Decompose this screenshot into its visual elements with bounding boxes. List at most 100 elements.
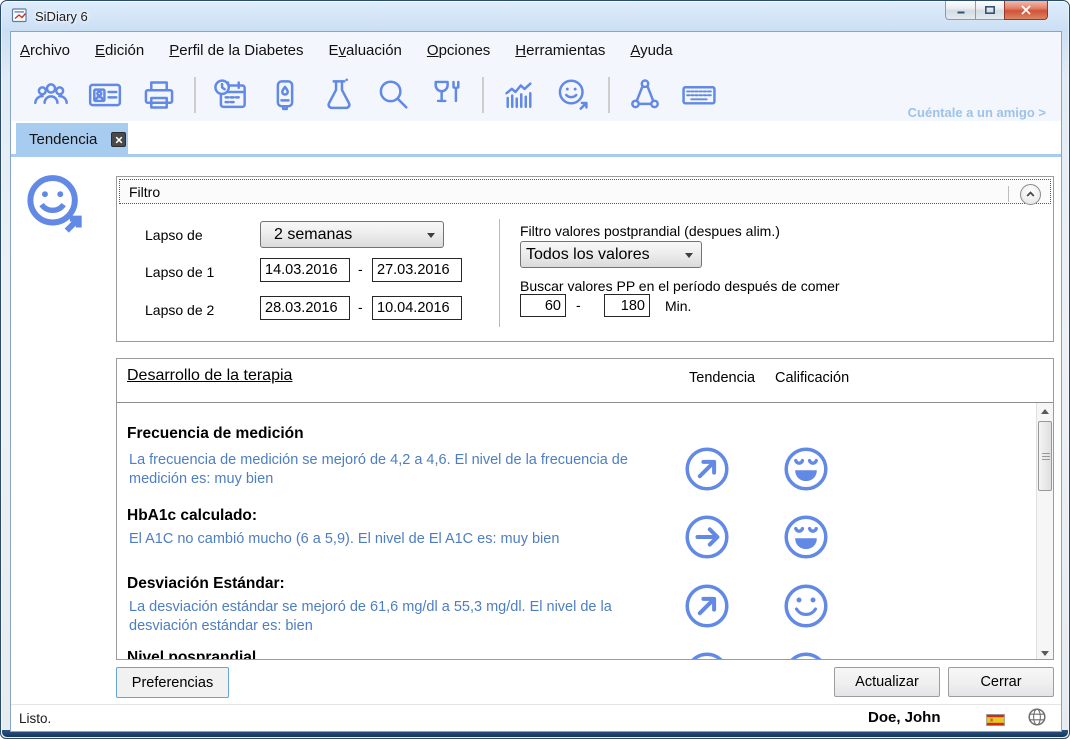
nutrition-icon[interactable] <box>428 76 466 114</box>
rating-laughing-smiley-icon <box>782 445 830 493</box>
maximize-button[interactable] <box>975 1 1005 20</box>
menu-perfil-diabetes[interactable]: Perfil de la Diabetes <box>169 42 303 59</box>
id-card-icon[interactable] <box>86 76 124 114</box>
pp-from-input[interactable] <box>520 294 566 317</box>
caption-buttons <box>946 1 1048 20</box>
toolbar <box>11 68 718 121</box>
therapy-panel: Desarrollo de la terapia Tendencia Calif… <box>116 358 1054 660</box>
status-text: Listo. <box>19 711 51 726</box>
globe-icon[interactable] <box>1027 707 1047 727</box>
filter-panel: Filtro Lapso de 2 semanas Lapso de 1 - L… <box>116 176 1054 342</box>
filter-title: Filtro <box>129 184 160 200</box>
close-view-button[interactable]: Cerrar <box>948 667 1054 697</box>
header-separator <box>1008 186 1009 202</box>
chevron-down-icon <box>685 253 693 262</box>
minimize-icon <box>955 5 967 15</box>
minimize-button[interactable] <box>945 1 976 20</box>
column-header-trend: Tendencia <box>689 370 755 386</box>
range-dash: - <box>358 299 363 315</box>
trend-arrow-right-icon <box>683 513 731 561</box>
rating-smiley-icon <box>782 582 830 630</box>
tab-close-button[interactable] <box>111 132 126 147</box>
therapy-title: Desarrollo de la terapia <box>127 367 292 385</box>
status-bar: Listo. Doe, John <box>11 704 1061 731</box>
tab-strip-line <box>11 154 1061 157</box>
menu-archivo[interactable]: Archivo <box>20 42 70 59</box>
menu-edicion[interactable]: Edición <box>95 42 144 59</box>
app-window: SiDiary 6 Archivo Edición Perfil de la D… <box>0 0 1070 739</box>
chevron-up-icon <box>1024 188 1037 201</box>
maximize-icon <box>984 5 996 15</box>
statistics-icon[interactable] <box>500 76 538 114</box>
rating-laughing-smiley-icon <box>782 513 830 561</box>
scroll-up-button[interactable] <box>1037 403 1053 419</box>
tell-a-friend-link[interactable]: Cuéntale a un amigo > <box>908 105 1046 120</box>
tab-label: Tendencia <box>29 131 97 148</box>
column-header-rating: Calificación <box>775 370 849 386</box>
filter-vertical-divider <box>499 219 500 327</box>
pp-filter-label: Filtro valores postprandial (despues ali… <box>520 223 780 239</box>
minutes-unit-label: Min. <box>665 298 691 314</box>
menu-ayuda[interactable]: Ayuda <box>630 42 672 59</box>
row-description: La desviación estándar se mejoró de 61,6… <box>129 598 671 636</box>
arrow-down-icon <box>1041 651 1049 660</box>
rating-icon-clipped <box>782 650 830 660</box>
menu-opciones[interactable]: Opciones <box>427 42 490 59</box>
users-icon[interactable] <box>32 76 70 114</box>
glucose-meter-icon[interactable] <box>266 76 304 114</box>
trend-smiley-icon[interactable] <box>554 76 592 114</box>
range-dash: - <box>358 261 363 277</box>
header-divider <box>117 402 1054 403</box>
arrow-up-icon <box>1041 405 1049 414</box>
scrollbar-thumb[interactable] <box>1038 421 1052 491</box>
toolbar-separator <box>482 77 484 113</box>
scroll-down-button[interactable] <box>1037 645 1053 660</box>
close-button[interactable] <box>1004 1 1048 20</box>
pp-to-input[interactable] <box>604 294 650 317</box>
app-icon <box>11 7 29 25</box>
scrollbar-grip <box>1042 453 1050 461</box>
window-title: SiDiary 6 <box>35 9 88 24</box>
sync-share-icon[interactable] <box>626 76 664 114</box>
lapse1-to-input[interactable] <box>372 258 462 282</box>
range-dash: - <box>576 297 581 313</box>
spanish-flag-icon[interactable] <box>986 713 1005 725</box>
pp-filter-select-value: Todos los valores <box>526 246 650 264</box>
trend-arrow-up-right-icon <box>683 445 731 493</box>
lapse2-label: Lapso de 2 <box>145 302 214 318</box>
client-area: Archivo Edición Perfil de la Diabetes Ev… <box>10 31 1062 732</box>
trend-arrow-up-right-icon <box>683 582 731 630</box>
printer-icon[interactable] <box>140 76 178 114</box>
lapse-label: Lapso de <box>145 227 203 243</box>
filter-header[interactable]: Filtro <box>119 179 1051 204</box>
row-title: Desviación Estándar: <box>127 575 285 593</box>
update-button[interactable]: Actualizar <box>834 667 940 697</box>
lapse-select-value: 2 semanas <box>274 226 352 244</box>
lapse2-from-input[interactable] <box>260 296 350 320</box>
vertical-scrollbar[interactable] <box>1036 403 1053 660</box>
menu-herramientas[interactable]: Herramientas <box>515 42 605 59</box>
close-icon <box>1020 5 1032 15</box>
lapse1-label: Lapso de 1 <box>145 264 214 280</box>
lapse-select[interactable]: 2 semanas <box>260 221 444 248</box>
tab-tendencia[interactable]: Tendencia <box>16 123 128 156</box>
calendar-clock-icon[interactable] <box>212 76 250 114</box>
menu-evaluacion[interactable]: Evaluación <box>329 42 402 59</box>
collapse-button[interactable] <box>1020 184 1041 205</box>
lapse2-to-input[interactable] <box>372 296 462 320</box>
lapse1-from-input[interactable] <box>260 258 350 282</box>
row-description: La frecuencia de medición se mejoró de 4… <box>129 451 671 489</box>
toolbar-separator <box>608 77 610 113</box>
current-user: Doe, John <box>868 709 941 726</box>
toolbar-separator <box>194 77 196 113</box>
search-icon[interactable] <box>374 76 412 114</box>
row-title: Frecuencia de medición <box>127 425 304 443</box>
pp-filter-select[interactable]: Todos los valores <box>520 241 702 268</box>
close-icon <box>115 136 123 144</box>
pp-search-label: Buscar valores PP en el período después … <box>520 278 840 294</box>
trend-page-smiley-icon <box>23 172 93 242</box>
row-title: Nivel posprandial <box>127 649 256 660</box>
preferences-button[interactable]: Preferencias <box>116 667 229 698</box>
keyboard-icon[interactable] <box>680 76 718 114</box>
lab-flask-icon[interactable] <box>320 76 358 114</box>
